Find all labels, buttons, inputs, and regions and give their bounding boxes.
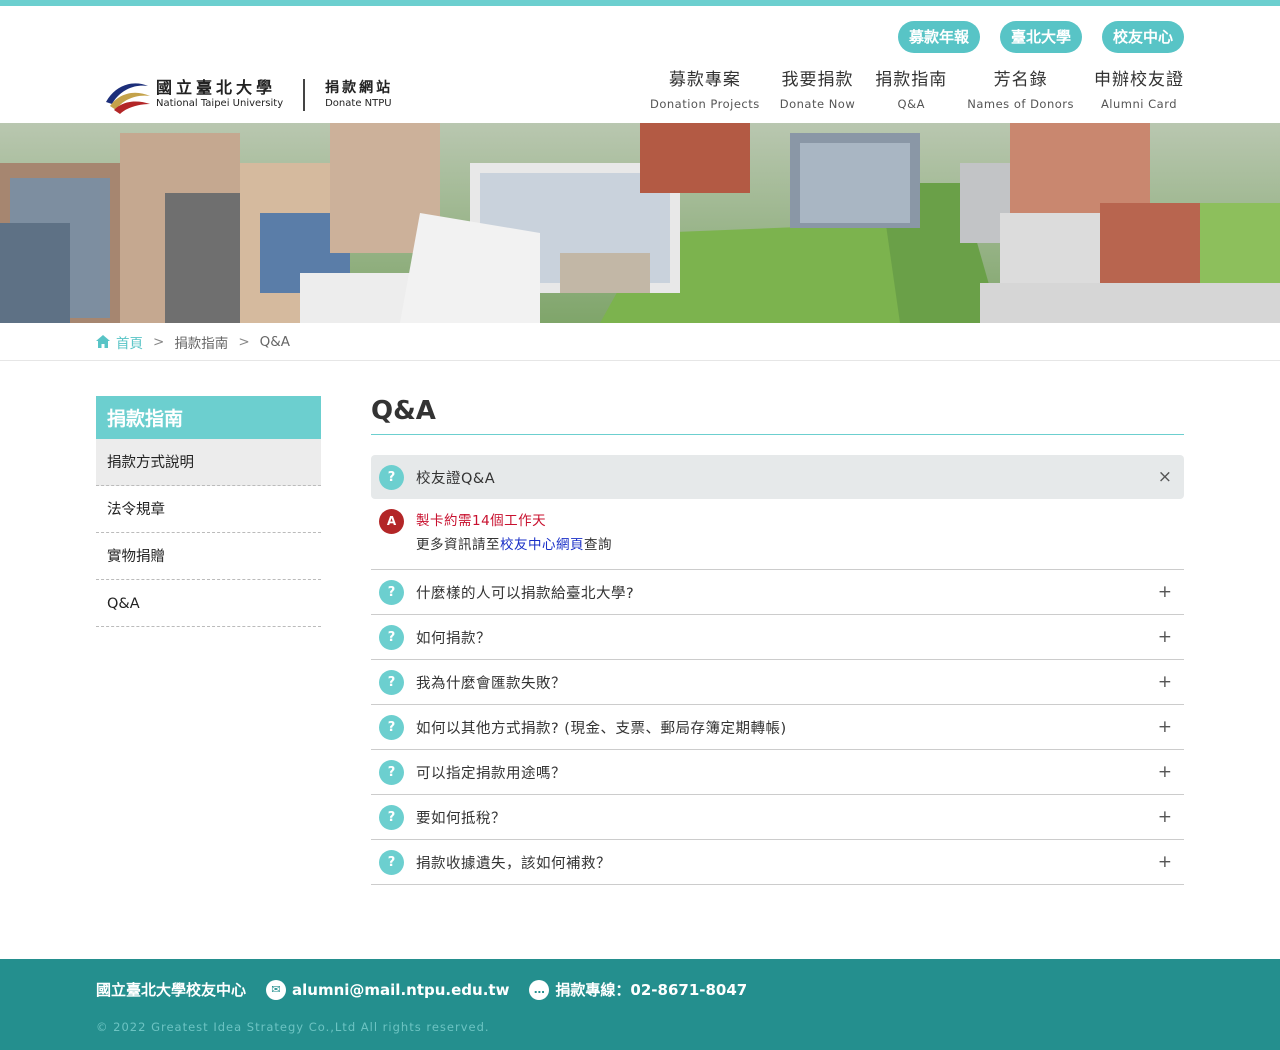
nav-label-zh: 我要捐款 [781, 70, 854, 90]
question-mark-icon: ? [379, 624, 404, 650]
logo-english-name: National Taipei University [156, 98, 284, 109]
question-text: 什麼樣的人可以捐款給臺北大學? [416, 585, 635, 602]
expand-icon[interactable]: + [1158, 807, 1172, 827]
breadcrumb-current: Q&A [259, 333, 291, 350]
answer-text: 更多資訊請至 [416, 537, 500, 553]
question-text: 我為什麼會匯款失敗？ [416, 675, 566, 692]
breadcrumb-home-label: 首頁 [116, 335, 143, 352]
sidebar: 捐款指南 捐款方式說明 法令規章 實物捐贈 Q&A [96, 396, 321, 627]
collapse-icon[interactable]: × [1158, 467, 1172, 487]
pill-ntpu[interactable]: 臺北大學 [999, 21, 1082, 53]
nav-label-zh: 芳名錄 [993, 70, 1048, 90]
qa-item[interactable]: ? 要如何抵稅？ + [371, 795, 1184, 840]
breadcrumb-separator-icon: > [238, 333, 250, 350]
main-content: Q&A ? 校友證Q&A × A 製卡約需14個工作天 更多資訊請至校友中心網頁… [371, 396, 1184, 885]
question-text: 校友證Q&A [416, 470, 496, 487]
breadcrumb-level1[interactable]: 捐款指南 [174, 332, 228, 352]
site-header: 國立臺北大學 National Taipei University 捐款網站 D… [0, 6, 1280, 123]
answer-highlight: 製卡約需14個工作天 [416, 513, 547, 529]
question-text: 可以指定捐款用途嗎？ [416, 765, 566, 782]
question-text: 要如何抵稅？ [416, 810, 506, 827]
nav-label-en: Q&A [897, 97, 925, 111]
sidebar-item-in-kind-donation[interactable]: 實物捐贈 [96, 533, 321, 580]
footer-email[interactable]: alumni@mail.ntpu.edu.tw [292, 981, 509, 999]
sidebar-item-regulations[interactable]: 法令規章 [96, 486, 321, 533]
university-emblem-icon [106, 83, 150, 114]
quick-links: 募款年報 臺北大學 校友中心 [897, 21, 1184, 53]
question-mark-icon: ? [379, 669, 404, 695]
qa-item[interactable]: ? 捐款收據遺失，該如何補救？ + [371, 840, 1184, 885]
qa-item[interactable]: ? 什麼樣的人可以捐款給臺北大學? + [371, 570, 1184, 615]
site-name-english: Donate NTPU [325, 98, 392, 109]
expand-icon[interactable]: + [1158, 582, 1172, 602]
logo-divider [303, 79, 306, 111]
expand-icon[interactable]: + [1158, 672, 1172, 692]
chat-icon: … [529, 979, 550, 1000]
qa-item[interactable]: ? 如何以其他方式捐款? (現金、支票、郵局存簿定期轉帳) + [371, 705, 1184, 750]
nav-label-en: Alumni Card [1100, 97, 1178, 111]
question-text: 如何捐款？ [416, 630, 491, 647]
question-text: 如何以其他方式捐款? (現金、支票、郵局存簿定期轉帳) [416, 720, 787, 737]
pill-alumni-center[interactable]: 校友中心 [1101, 21, 1184, 53]
footer-copyright: © 2022 Greatest Idea Strategy Co.,Ltd Al… [96, 1020, 490, 1034]
qa-item-alumni-card[interactable]: ? 校友證Q&A × [371, 455, 1184, 499]
nav-label-zh: 募款專案 [668, 70, 741, 90]
footer-phone: 捐款專線：02-8671-8047 [555, 981, 748, 999]
breadcrumb-home[interactable]: 首頁 [96, 332, 143, 352]
page-title: Q&A [371, 396, 1184, 435]
expand-icon[interactable]: + [1158, 717, 1172, 737]
qa-answer: A 製卡約需14個工作天 更多資訊請至校友中心網頁查詢 [371, 499, 1184, 570]
nav-donate-now[interactable]: 我要捐款 Donate Now [780, 68, 856, 116]
alumni-center-link[interactable]: 校友中心網頁 [500, 537, 584, 553]
nav-label-en: Donate Now [779, 97, 856, 111]
expand-icon[interactable]: + [1158, 762, 1172, 782]
sidebar-item-donation-methods[interactable]: 捐款方式說明 [96, 439, 321, 486]
mail-icon: ✉ [266, 979, 287, 1000]
nav-label-en: Names of Donors [967, 97, 1074, 111]
nav-label-zh: 捐款指南 [875, 70, 948, 90]
expand-icon[interactable]: + [1158, 627, 1172, 647]
sidebar-title: 捐款指南 [96, 396, 321, 439]
pill-fundraising-report[interactable]: 募款年報 [897, 21, 980, 53]
answer-mark-icon: A [379, 509, 404, 534]
qa-accordion: ? 校友證Q&A × A 製卡約需14個工作天 更多資訊請至校友中心網頁查詢 ?… [371, 455, 1184, 885]
nav-donation-guide[interactable]: 捐款指南 Q&A [875, 68, 947, 116]
campus-banner-image [0, 123, 1280, 323]
sidebar-item-qa[interactable]: Q&A [96, 580, 321, 627]
qa-item[interactable]: ? 如何捐款？ + [371, 615, 1184, 660]
nav-alumni-card[interactable]: 申辦校友證 Alumni Card [1094, 68, 1184, 116]
qa-item[interactable]: ? 我為什麼會匯款失敗？ + [371, 660, 1184, 705]
site-name-chinese: 捐款網站 [325, 80, 394, 96]
logo-chinese-name: 國立臺北大學 [156, 78, 277, 97]
nav-names-of-donors[interactable]: 芳名錄 Names of Donors [967, 68, 1074, 116]
breadcrumb-separator-icon: > [153, 333, 165, 350]
home-icon [96, 335, 110, 348]
site-logo[interactable]: 國立臺北大學 National Taipei University 捐款網站 D… [104, 76, 393, 114]
question-mark-icon: ? [379, 579, 404, 605]
question-mark-icon: ? [379, 464, 404, 490]
question-mark-icon: ? [379, 849, 404, 875]
question-mark-icon: ? [379, 804, 404, 830]
question-mark-icon: ? [379, 759, 404, 785]
expand-icon[interactable]: + [1158, 852, 1172, 872]
footer-org-name: 國立臺北大學校友中心 [96, 981, 247, 999]
answer-text: 查詢 [584, 537, 612, 553]
question-text: 捐款收據遺失，該如何補救？ [416, 855, 611, 872]
site-footer: 國立臺北大學校友中心 ✉ alumni@mail.ntpu.edu.tw … 捐… [0, 959, 1280, 1050]
qa-item[interactable]: ? 可以指定捐款用途嗎？ + [371, 750, 1184, 795]
breadcrumb: 首頁 > 捐款指南 > Q&A [0, 323, 1280, 361]
question-mark-icon: ? [379, 714, 404, 740]
nav-donation-projects[interactable]: 募款專案 Donation Projects [650, 68, 760, 116]
nav-label-en: Donation Projects [649, 97, 760, 111]
main-nav: 募款專案 Donation Projects 我要捐款 Donate Now 捐… [630, 68, 1184, 116]
page-content: 捐款指南 捐款方式說明 法令規章 實物捐贈 Q&A Q&A ? 校友證Q&A ×… [0, 361, 1280, 961]
nav-label-zh: 申辦校友證 [1094, 70, 1184, 90]
